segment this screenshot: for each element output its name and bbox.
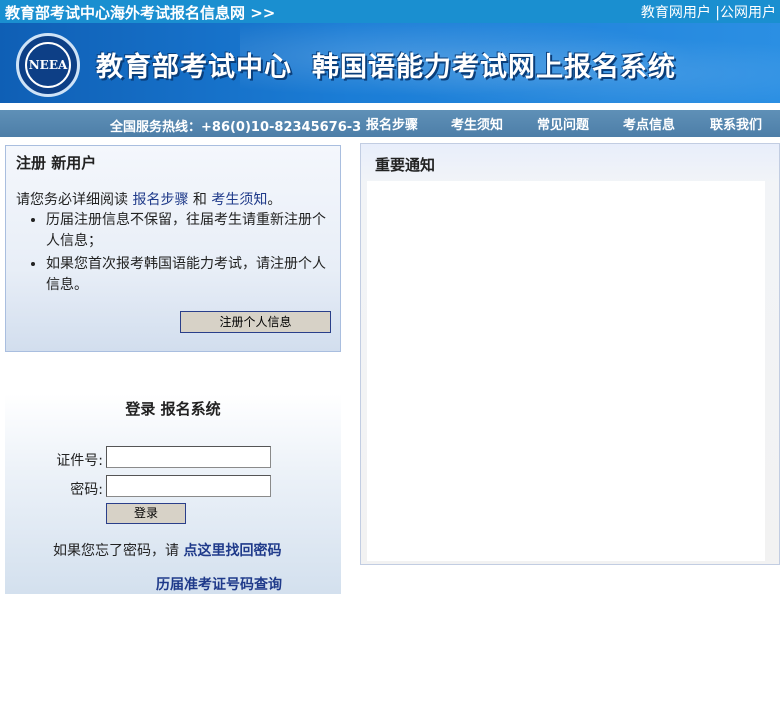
list-item: 如果您首次报考韩国语能力考试，请注册个人信息。	[46, 254, 328, 296]
header-banner: NEEA 教育部考试中心 韩国语能力考试网上报名系统	[0, 23, 780, 107]
registration-steps-link[interactable]: 报名步骤	[132, 192, 188, 208]
login-button[interactable]: 登录	[106, 503, 186, 524]
nav-faq[interactable]: 常见问题	[537, 114, 589, 133]
banner-divider	[0, 103, 780, 107]
id-number-label: 证件号:	[56, 453, 103, 469]
site-name-link[interactable]: 教育部考试中心海外考试报名信息网 >>	[5, 2, 275, 23]
password-label: 密码:	[70, 482, 103, 498]
login-heading: 登录 报名系统	[125, 400, 221, 418]
register-heading: 注册 新用户	[16, 154, 97, 172]
notice-panel: 重要通知	[360, 143, 780, 565]
password-input[interactable]	[106, 475, 271, 497]
recover-password-link[interactable]: 点这里找回密码	[183, 543, 281, 559]
service-hotline: 全国服务热线：+86(0)10-82345676-3	[110, 120, 362, 135]
public-net-user-link[interactable]: |公网用户	[715, 5, 776, 21]
banner-title-org: 教育部考试中心	[96, 52, 292, 83]
banner-title: 教育部考试中心 韩国语能力考试网上报名系统	[96, 45, 676, 84]
forgot-prefix: 如果您忘了密码，请	[53, 543, 184, 559]
nav-test-center-info[interactable]: 考点信息	[623, 114, 675, 133]
register-button[interactable]: 注册个人信息	[180, 311, 331, 333]
admission-number-history-link[interactable]: 历届准考证号码查询	[156, 574, 282, 594]
id-number-input[interactable]	[106, 446, 271, 468]
forgot-password: 如果您忘了密码，请 点这里找回密码	[53, 540, 281, 560]
edu-net-user-link[interactable]: 教育网用户	[641, 5, 711, 21]
nav-registration-steps[interactable]: 报名步骤	[366, 114, 418, 133]
register-bullets: 历届注册信息不保留，往届考生请重新注册个人信息； 如果您首次报考韩国语能力考试，…	[28, 210, 328, 298]
top-bar: 教育部考试中心海外考试报名信息网 >> 教育网用户 |公网用户	[0, 0, 780, 23]
list-item: 历届注册信息不保留，往届考生请重新注册个人信息；	[46, 210, 328, 252]
neea-logo: NEEA	[16, 33, 80, 97]
nav-contact-us[interactable]: 联系我们	[710, 114, 762, 133]
notice-heading: 重要通知	[375, 156, 436, 174]
nav-candidate-notice[interactable]: 考生须知	[451, 114, 503, 133]
register-intro: 请您务必详细阅读 报名步骤 和 考生须知。	[16, 189, 281, 209]
intro-prefix: 请您务必详细阅读	[16, 192, 133, 208]
banner-title-system: 韩国语能力考试网上报名系统	[312, 52, 676, 83]
notice-content-area	[367, 181, 765, 561]
logo-text: NEEA	[28, 58, 68, 72]
register-panel: 注册 新用户 请您务必详细阅读 报名步骤 和 考生须知。 历届注册信息不保留，往…	[5, 145, 341, 352]
candidate-notice-link[interactable]: 考生须知	[211, 192, 267, 208]
login-panel: 登录 报名系统 证件号: 密码: 登录 如果您忘了密码，请 点这里找回密码 历届…	[5, 394, 341, 594]
intro-suffix: 。	[267, 192, 282, 208]
nav-bar: 全国服务热线：+86(0)10-82345676-3 报名步骤 考生须知 常见问…	[0, 110, 780, 137]
user-links: 教育网用户 |公网用户	[641, 2, 776, 22]
intro-mid: 和	[188, 192, 212, 208]
